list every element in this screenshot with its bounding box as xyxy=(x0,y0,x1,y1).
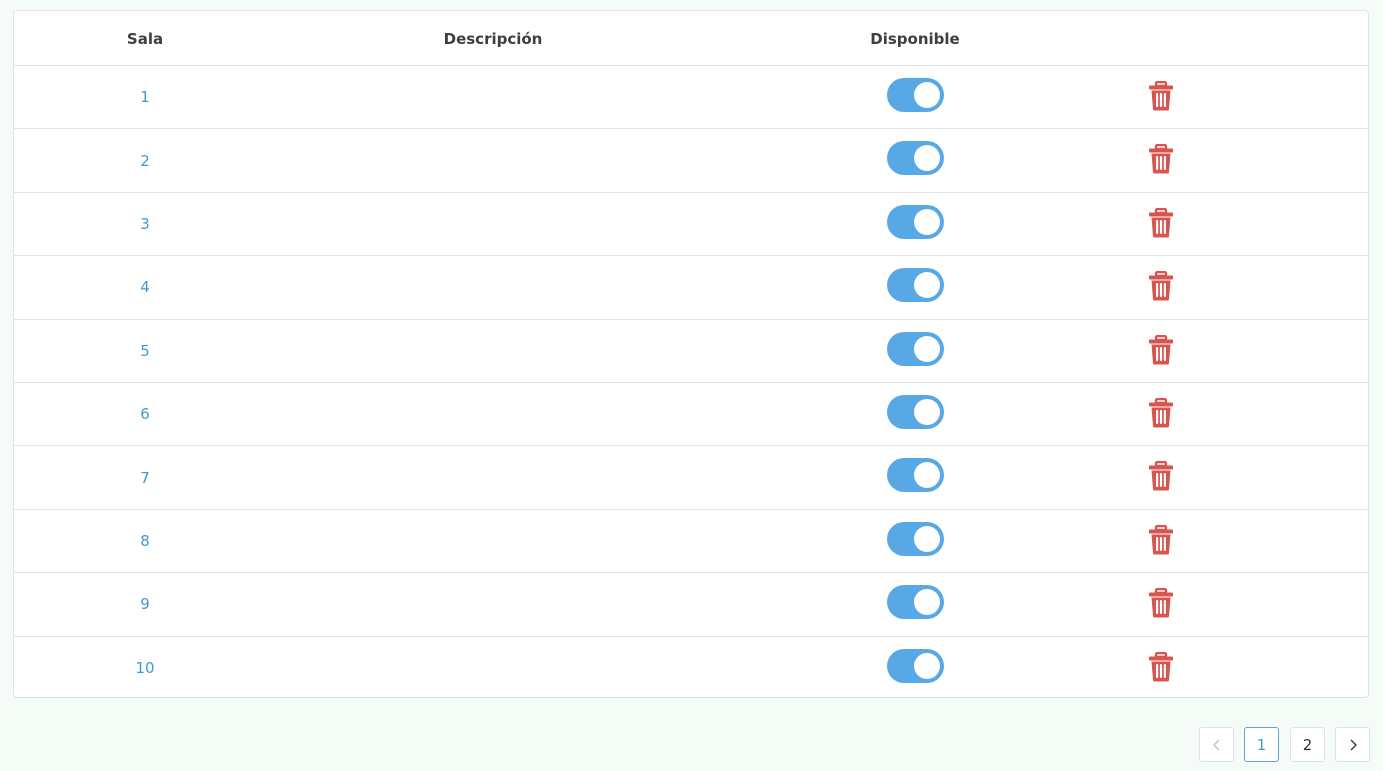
trash-icon[interactable] xyxy=(1148,80,1174,111)
disponible-toggle[interactable] xyxy=(887,521,944,556)
column-header-descripcion[interactable]: Descripción xyxy=(393,11,593,65)
table-row: 9 xyxy=(14,573,1368,637)
table-row: 7 xyxy=(14,446,1368,510)
trash-icon[interactable] xyxy=(1148,587,1174,618)
toggle-knob xyxy=(914,272,940,299)
chevron-right-icon xyxy=(1350,739,1357,750)
sala-link[interactable]: 1 xyxy=(95,66,195,128)
disponible-toggle[interactable] xyxy=(887,141,944,176)
toggle-knob xyxy=(914,82,940,108)
pagination-prev-button[interactable] xyxy=(1199,727,1234,762)
sala-link[interactable]: 2 xyxy=(95,129,195,191)
table-row: 10 xyxy=(14,637,1368,697)
table-header: Sala Descripción Disponible xyxy=(14,11,1368,66)
toggle-knob xyxy=(914,462,940,489)
disponible-toggle[interactable] xyxy=(887,585,944,620)
toggle-knob xyxy=(914,525,940,552)
disponible-toggle[interactable] xyxy=(887,204,944,239)
sala-link[interactable]: 4 xyxy=(95,256,195,318)
trash-icon[interactable] xyxy=(1148,207,1174,238)
toggle-knob xyxy=(914,589,940,616)
toggle-knob xyxy=(914,398,940,425)
table-row: 6 xyxy=(14,383,1368,447)
trash-icon[interactable] xyxy=(1148,270,1174,301)
toggle-knob xyxy=(914,335,940,362)
trash-icon[interactable] xyxy=(1148,524,1174,555)
disponible-toggle[interactable] xyxy=(887,648,944,683)
pagination-page-1[interactable]: 1 xyxy=(1244,727,1279,762)
toggle-knob xyxy=(914,145,940,172)
pagination-page-2[interactable]: 2 xyxy=(1290,727,1325,762)
trash-icon[interactable] xyxy=(1148,144,1174,174)
table-row: 2 xyxy=(14,129,1368,193)
disponible-toggle[interactable] xyxy=(887,458,944,493)
disponible-toggle[interactable] xyxy=(887,268,944,303)
sala-link[interactable]: 3 xyxy=(95,193,195,255)
trash-icon[interactable] xyxy=(1148,651,1174,682)
column-header-sala[interactable]: Sala xyxy=(95,11,195,65)
pagination-next-button[interactable] xyxy=(1335,727,1370,762)
sala-link[interactable]: 8 xyxy=(95,510,195,572)
table-row: 5 xyxy=(14,320,1368,383)
sala-link[interactable]: 7 xyxy=(95,446,195,508)
sala-link[interactable]: 6 xyxy=(95,383,195,445)
disponible-toggle[interactable] xyxy=(887,394,944,429)
table-row: 4 xyxy=(14,256,1368,320)
sala-link[interactable]: 5 xyxy=(95,320,195,382)
table-row: 8 xyxy=(14,510,1368,574)
disponible-toggle[interactable] xyxy=(887,78,944,112)
sala-link[interactable]: 10 xyxy=(95,637,195,697)
table-row: 1 xyxy=(14,66,1368,130)
column-header-disponible[interactable]: Disponible xyxy=(815,11,1015,65)
chevron-left-icon xyxy=(1212,739,1219,750)
table-row: 3 xyxy=(14,193,1368,257)
trash-icon[interactable] xyxy=(1148,334,1174,365)
toggle-knob xyxy=(914,208,940,235)
trash-icon[interactable] xyxy=(1148,397,1174,428)
toggle-knob xyxy=(914,652,940,679)
table-body: 1 2 3 4 5 6 7 8 9 10 xyxy=(14,66,1368,697)
trash-icon[interactable] xyxy=(1148,461,1174,491)
disponible-toggle[interactable] xyxy=(887,331,944,366)
sala-link[interactable]: 9 xyxy=(95,573,195,635)
salas-table: Sala Descripción Disponible 1 2 3 4 5 6 7 8 9 10 xyxy=(13,10,1369,698)
